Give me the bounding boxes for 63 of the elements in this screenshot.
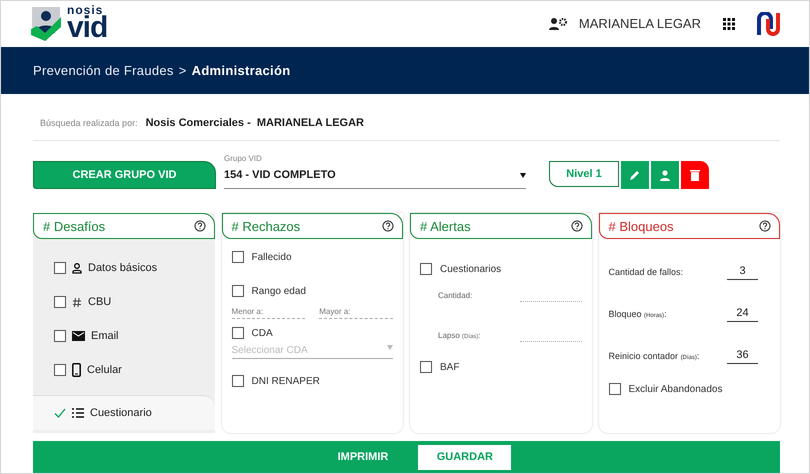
pencil-icon xyxy=(629,169,641,181)
user-name[interactable]: MARIANELA LEGAR xyxy=(578,16,701,32)
help-icon[interactable] xyxy=(759,220,771,232)
panel-header: # Desafíos xyxy=(33,213,214,239)
checkbox-label: DNI RENAPER xyxy=(252,376,320,386)
delete-button[interactable] xyxy=(681,161,709,189)
hash-icon xyxy=(72,296,82,308)
checkbox-label: Rango edad xyxy=(252,286,306,296)
help-icon[interactable] xyxy=(194,220,206,232)
challenge-item[interactable]: Email xyxy=(43,319,204,353)
checkbox[interactable] xyxy=(608,383,620,395)
checkbox[interactable] xyxy=(420,263,432,275)
field-label: Cantidad: xyxy=(438,290,472,300)
group-select[interactable]: Grupo VID 154 - VID COMPLETO xyxy=(224,154,526,189)
edit-button[interactable] xyxy=(621,161,649,189)
checkbox-label: Cuestionarios xyxy=(440,264,502,274)
breadcrumb-current: Administración xyxy=(192,62,290,78)
input-field[interactable]: Mayor a: xyxy=(319,307,393,319)
challenge-item[interactable]: Celular xyxy=(43,353,204,387)
panel-header: # Bloqueos xyxy=(598,213,780,239)
panel-header: # Alertas xyxy=(410,213,592,239)
envelope-icon xyxy=(72,331,85,341)
checkbox[interactable] xyxy=(54,330,66,342)
person-icon xyxy=(659,170,671,180)
challenge-item[interactable]: Datos básicos xyxy=(43,251,204,285)
checkbox-label: Fallecido xyxy=(252,252,292,262)
breadcrumb-link[interactable]: Prevención de Fraudes xyxy=(33,62,174,78)
checkbox-label: CDA xyxy=(252,328,273,338)
help-icon[interactable] xyxy=(382,220,394,232)
brand-logo-icon xyxy=(757,12,781,36)
list-icon xyxy=(72,408,84,418)
checkbox[interactable] xyxy=(54,296,66,308)
checkbox[interactable] xyxy=(232,327,244,339)
check-icon[interactable] xyxy=(54,408,66,418)
checkbox[interactable] xyxy=(232,375,244,387)
number-field[interactable]: 36 xyxy=(727,348,758,364)
search-value: Nosis Comerciales - MARIANELA LEGAR xyxy=(146,117,364,129)
user-settings-icon[interactable] xyxy=(548,17,567,30)
panel-header: # Rechazos xyxy=(222,213,403,239)
checkbox[interactable] xyxy=(54,262,66,274)
input-field[interactable]: Menor a: xyxy=(232,307,306,319)
breadcrumb-separator: > xyxy=(178,62,187,78)
trash-icon xyxy=(690,169,700,181)
checkbox[interactable] xyxy=(232,285,244,297)
search-label: Búsqueda realizada por: xyxy=(40,118,138,128)
challenge-item[interactable]: Cuestionario xyxy=(33,395,214,430)
dropdown-caret-icon[interactable] xyxy=(520,172,526,178)
help-icon[interactable] xyxy=(570,220,582,232)
apps-grid-icon[interactable] xyxy=(723,18,735,30)
checkbox[interactable] xyxy=(232,251,244,263)
checkbox-label: Excluir Abandonados xyxy=(628,384,722,394)
challenge-item[interactable]: CBU xyxy=(43,285,204,319)
field-label: Cantidad de fallos: xyxy=(608,267,684,277)
number-field[interactable]: 24 xyxy=(727,306,758,322)
person-icon xyxy=(72,262,82,274)
phone-icon xyxy=(72,363,81,377)
level-label: Nivel 1 xyxy=(549,161,619,187)
number-field[interactable]: 3 xyxy=(727,264,758,280)
user-button[interactable] xyxy=(651,161,679,189)
shield-check-icon xyxy=(29,4,63,43)
checkbox-label: BAF xyxy=(440,362,460,372)
checkbox[interactable] xyxy=(420,361,432,373)
checkbox[interactable] xyxy=(54,364,66,376)
